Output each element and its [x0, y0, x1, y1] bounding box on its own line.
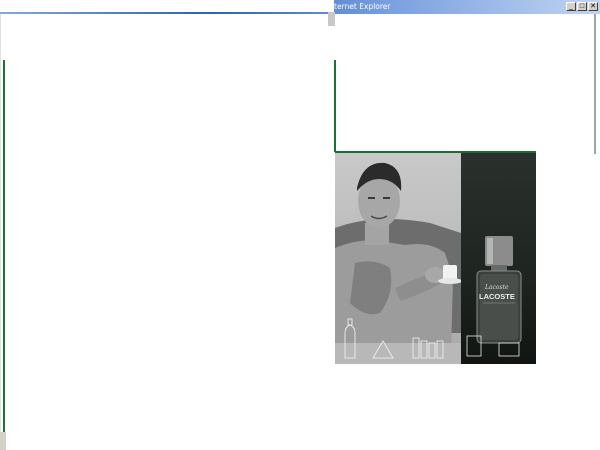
brand-script-mark: Lacoste [484, 284, 509, 291]
page-left-rule [3, 60, 5, 435]
minimize-button[interactable]: _ [566, 2, 576, 11]
box-icon [498, 342, 520, 357]
vertical-scrollbar[interactable] [590, 14, 600, 450]
page-center-rule [334, 60, 336, 152]
perfume-bottle-icon: Lacoste LACOSTE [466, 236, 522, 357]
brand-name: LACOSTE [479, 292, 515, 301]
close-button[interactable]: ✕ [588, 2, 598, 11]
resize-grip[interactable] [0, 432, 6, 450]
maximize-button[interactable]: □ [577, 2, 587, 11]
frame-separator [328, 12, 335, 26]
model-illustration [335, 162, 462, 364]
lacoste-ad-banner[interactable]: Lacoste LACOSTE [335, 151, 536, 364]
product-panel: Lacoste LACOSTE [461, 153, 536, 364]
model-photo [335, 153, 462, 364]
scrollbar-thumb[interactable] [594, 14, 596, 154]
blank-page-area [0, 0, 334, 12]
